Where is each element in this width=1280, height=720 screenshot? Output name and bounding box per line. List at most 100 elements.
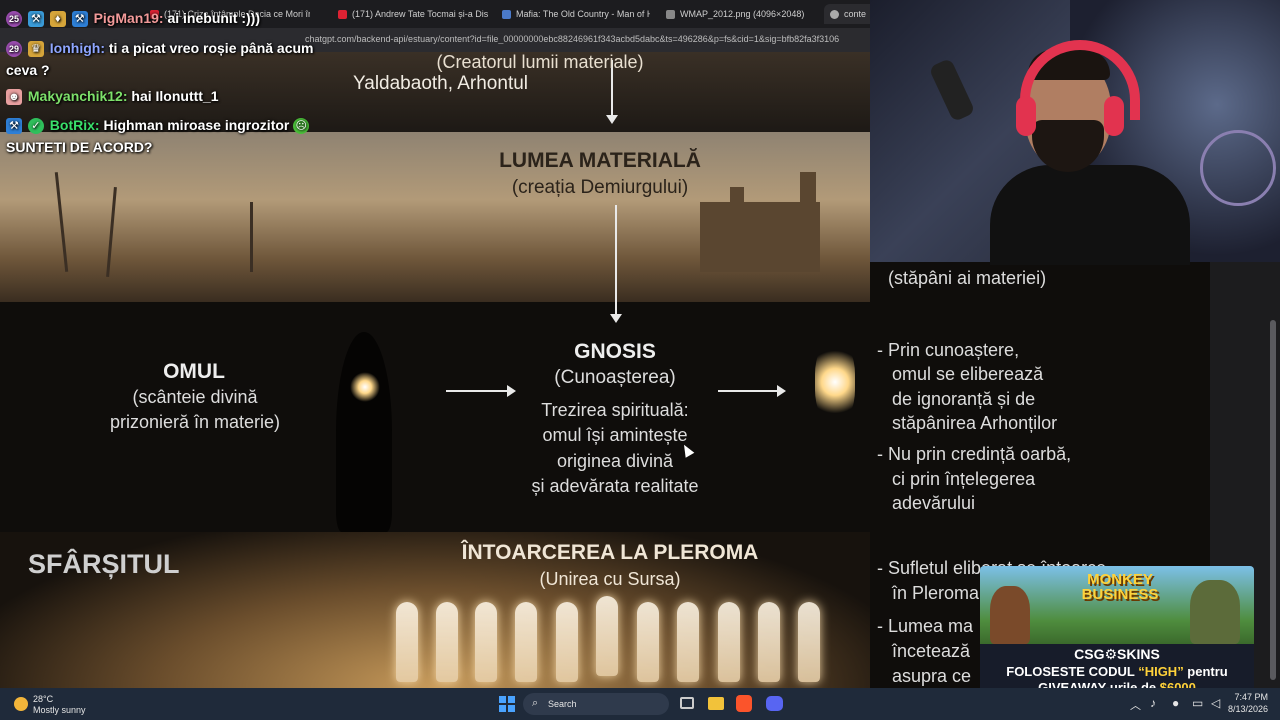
monkey-character xyxy=(1190,580,1240,644)
bullet-line: în Pleroma xyxy=(892,583,980,603)
moderator-badge-icon: ⚒ xyxy=(27,11,44,28)
chat-text: Highman miroase ingrozitor xyxy=(103,117,290,133)
chat-text: ai inebunit :))) xyxy=(167,10,261,26)
sick-emoji-icon: ☹ xyxy=(293,118,310,135)
gnosis-line: Trezirea spirituală: xyxy=(541,400,689,420)
emote-badge-icon: ☻ xyxy=(6,89,22,106)
gnosis-line: originea divină xyxy=(556,451,674,471)
demiurge-name: Yaldabaoth, Arhontul xyxy=(353,73,529,94)
ad-brand: CSG⚙SKINS xyxy=(1074,646,1160,662)
chat-message: 25 ⚒ ♦ ⚒ PigMan19: ai inebunit :))) xyxy=(6,10,261,28)
human-line: (scânteie divină xyxy=(132,387,258,407)
bullet-line: - Lumea ma xyxy=(877,616,974,636)
scrollbar[interactable] xyxy=(1270,320,1276,680)
windows-start-icon[interactable] xyxy=(499,696,515,712)
gnosis-line: omul își amintește xyxy=(542,425,688,445)
bullet-line: omul se eliberează xyxy=(892,364,1044,384)
taskbar-search[interactable]: ⌕ Search xyxy=(523,693,669,715)
vip-badge-icon: ♦ xyxy=(49,11,66,28)
demiurge-subtitle: (Creatorul lumii materiale) xyxy=(436,52,644,72)
streamer-body xyxy=(990,165,1190,265)
pleroma-subtitle: (Unirea cu Sursa) xyxy=(539,569,681,589)
ascending-figure xyxy=(815,342,855,422)
pleroma-title: ÎNTOARCEREA LA PLEROMA xyxy=(461,541,759,564)
monkey-character xyxy=(990,586,1030,644)
chat-username[interactable]: BotRix: xyxy=(50,117,100,133)
human-line: prizonieră în materie) xyxy=(109,412,281,432)
arrow-right xyxy=(718,385,786,397)
gnosis-subtitle: (Cunoașterea) xyxy=(554,367,676,388)
headphone-cup xyxy=(1016,96,1036,136)
chat-text: ti a picat vreo roșie până acum xyxy=(108,40,314,56)
ad-line1: FOLOSESTE CODUL “HIGH” pentru xyxy=(1006,664,1228,679)
human-title: OMUL xyxy=(163,360,225,383)
clock-time[interactable]: 7:47 PM xyxy=(1230,692,1268,702)
hammer-badge-icon: ⚒ xyxy=(71,11,88,28)
browser-tab[interactable]: WMAP_2012.png (4096×2048) xyxy=(666,4,816,24)
end-label: SFÂRȘITUL xyxy=(28,549,180,579)
bullet-line: - Nu prin credință oarbă, xyxy=(877,444,1072,464)
taskbar: 28°C Mostly sunny ⌕ Search ︿ ♪ ● ▭ ◁ 7:4… xyxy=(0,688,1280,720)
human-silhouette xyxy=(336,332,392,532)
clock-date[interactable]: 8/13/2026 xyxy=(1222,704,1268,714)
hammer-badge-icon: ⚒ xyxy=(6,118,22,135)
weather-desc[interactable]: Mostly sunny xyxy=(33,705,86,715)
rulers-of-matter: (stăpâni ai materiei) xyxy=(888,268,1047,288)
weather-sun-icon[interactable] xyxy=(14,697,28,711)
network-icon[interactable]: ▭ xyxy=(1192,696,1203,710)
bullet-line: adevărului xyxy=(892,493,976,513)
chat-message: 29 ♛ Ionhigh: ti a picat vreo roșie până… xyxy=(6,40,314,58)
tab-label: WMAP_2012.png (4096×2048) xyxy=(680,9,805,19)
verified-badge-icon: ✓ xyxy=(27,118,44,135)
gnosis-line: și adevărata realitate xyxy=(531,476,699,496)
steam-icon xyxy=(502,9,511,19)
tab-label: conte xyxy=(844,9,867,19)
search-placeholder: Search xyxy=(548,699,577,709)
chat-username[interactable]: PigMan19: xyxy=(94,10,164,26)
gnosis-title: GNOSIS xyxy=(574,340,656,363)
ad-game-title: MONKEY BUSINESS xyxy=(1081,571,1159,603)
arrow-right xyxy=(446,385,516,397)
brave-browser-icon[interactable] xyxy=(736,695,752,712)
browser-tab[interactable]: Mafia: The Old Country - Man of Hor... xyxy=(502,4,650,24)
arrow-down xyxy=(610,205,622,323)
microphone-icon[interactable]: ● xyxy=(1172,696,1179,710)
sponsor-ad[interactable]: MONKEY BUSINESS CSG⚙SKINS FOLOSESTE CODU… xyxy=(980,566,1254,698)
tab-label: Mafia: The Old Country - Man of Hor... xyxy=(516,9,650,19)
chat-text: hai Ilonuttt_1 xyxy=(131,88,219,104)
bullet-line: - Prin cunoaștere, xyxy=(877,340,1020,360)
sub-badge: 25 xyxy=(6,11,22,28)
youtube-icon xyxy=(338,9,347,19)
weather-temp[interactable]: 28°C xyxy=(33,694,53,704)
chatgpt-icon xyxy=(830,9,839,19)
file-explorer-icon[interactable] xyxy=(708,697,724,710)
bullet-line: de ignoranță și de xyxy=(892,389,1036,409)
chat-message: ⚒ ✓ BotRix: Highman miroase ingrozitor ☹ xyxy=(6,117,311,135)
search-icon: ⌕ xyxy=(532,697,539,709)
headphone-cup xyxy=(1104,96,1124,136)
material-world-subtitle: (creația Demiurgului) xyxy=(511,177,689,198)
chevron-up-icon[interactable]: ︿ xyxy=(1130,697,1141,713)
bullet-line: ci prin înțelegerea xyxy=(892,469,1036,489)
material-world-title: LUMEA MATERIALĂ xyxy=(499,149,701,172)
chat-message-continued: ceva ? xyxy=(6,62,50,78)
volume-icon[interactable]: ◁ xyxy=(1211,696,1220,710)
chat-username[interactable]: Makyanchik12: xyxy=(28,88,128,104)
tab-label: (171) Andrew Tate Tocmai și-a Distrus... xyxy=(352,9,488,19)
chat-message: ☻ Makyanchik12: hai Ilonuttt_1 xyxy=(6,88,219,106)
chat-message-continued: SUNTETI DE ACORD? xyxy=(6,139,153,155)
url-text[interactable]: chatgpt.com/backend-api/estuary/content?… xyxy=(305,34,870,44)
crown-badge-icon: ♛ xyxy=(27,41,44,58)
sub-badge: 29 xyxy=(6,41,22,58)
task-view-icon[interactable] xyxy=(680,697,694,709)
bullet-line: încetează xyxy=(892,641,971,661)
discord-icon[interactable] xyxy=(766,696,783,711)
image-icon xyxy=(666,9,675,19)
chat-username[interactable]: Ionhigh: xyxy=(50,40,105,56)
speaker-icon[interactable]: ♪ xyxy=(1150,696,1156,710)
pentagram-icon xyxy=(1200,130,1276,206)
browser-tab[interactable]: (171) Andrew Tate Tocmai și-a Distrus... xyxy=(338,4,488,24)
bullet-line: asupra ce xyxy=(892,666,972,686)
divine-spark xyxy=(350,372,380,402)
bullet-line: stăpânirea Arhonților xyxy=(892,413,1058,433)
